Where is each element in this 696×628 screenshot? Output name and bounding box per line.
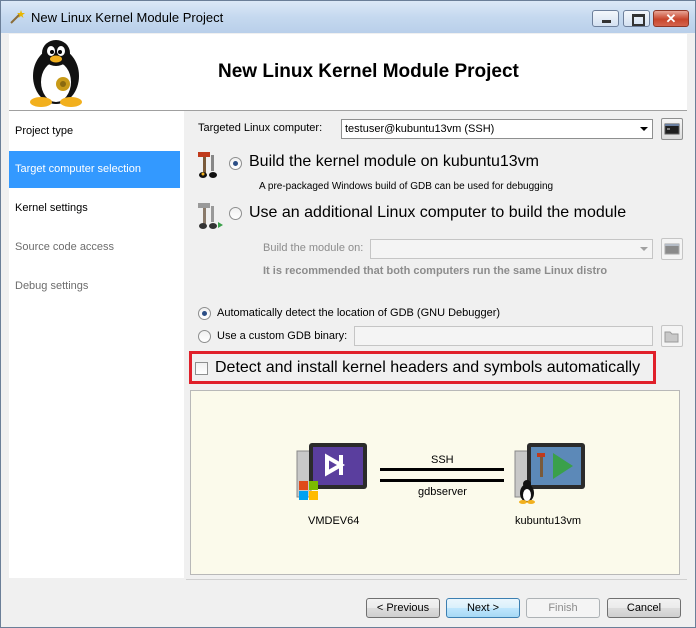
browse-gdb-button — [661, 325, 683, 347]
build-on-target-radio[interactable] — [229, 157, 242, 170]
build-tools-icon — [198, 152, 217, 178]
next-button[interactable]: Next > — [446, 598, 520, 618]
target-selection-panel: Targeted Linux computer: testuser@kubunt… — [186, 111, 687, 578]
close-button[interactable]: ✕ — [653, 10, 689, 27]
gdb-custom-binary-radio[interactable] — [198, 330, 211, 343]
gdbserver-link-line — [380, 479, 504, 482]
ssh-link-label: SSH — [431, 454, 454, 466]
wizard-window: New Linux Kernel Module Project ✕ New Li… — [0, 0, 696, 628]
sidebar-item-kernel-settings[interactable]: Kernel settings — [9, 190, 180, 227]
header-banner: New Linux Kernel Module Project — [9, 34, 687, 111]
targeted-computer-dropdown[interactable]: testuser@kubuntu13vm (SSH) — [341, 119, 653, 139]
visual-studio-computer-icon — [296, 443, 367, 500]
sidebar-item-project-type[interactable]: Project type — [9, 113, 180, 150]
gdb-auto-detect-label[interactable]: Automatically detect the location of GDB… — [217, 307, 500, 319]
folder-open-icon — [664, 331, 679, 343]
ssh-link-line — [380, 468, 504, 471]
close-icon: ✕ — [665, 11, 677, 26]
open-terminal-disabled-button — [661, 238, 683, 260]
build-module-on-dropdown — [370, 239, 653, 259]
gdb-auto-detect-radio[interactable] — [198, 307, 211, 320]
sidebar-item-source-code-access: Source code access — [15, 241, 115, 253]
gdb-custom-binary-label[interactable]: Use a custom GDB binary: — [217, 330, 347, 342]
wizard-steps-sidebar: Project type Target computer selection K… — [9, 111, 184, 578]
terminal-icon — [664, 123, 680, 135]
gdbserver-link-label: gdbserver — [418, 486, 467, 498]
same-distro-note: It is recommended that both computers ru… — [263, 265, 608, 277]
minimize-button[interactable] — [592, 10, 619, 27]
targeted-computer-value: testuser@kubuntu13vm (SSH) — [345, 123, 495, 135]
linux-computer-icon — [514, 443, 585, 504]
maximize-button[interactable] — [623, 10, 650, 27]
left-host-label: VMDEV64 — [308, 515, 360, 527]
minimize-icon — [602, 20, 611, 23]
tux-penguin-icon — [30, 40, 82, 107]
build-on-target-label[interactable]: Build the kernel module on kubuntu13vm — [249, 153, 539, 171]
kernel-headers-checkbox[interactable] — [195, 362, 208, 375]
gdb-prepackaged-hint: A pre-packaged Windows build of GDB can … — [259, 181, 554, 192]
open-terminal-button[interactable] — [661, 118, 683, 140]
build-on-additional-label[interactable]: Use an additional Linux computer to buil… — [249, 204, 626, 222]
previous-button[interactable]: < Previous — [366, 598, 440, 618]
footer-divider — [186, 579, 687, 580]
kernel-headers-label[interactable]: Detect and install kernel headers and sy… — [215, 359, 640, 377]
finish-button: Finish — [526, 598, 600, 618]
window-title: New Linux Kernel Module Project — [31, 10, 224, 25]
chevron-down-icon — [640, 247, 648, 251]
page-title: New Linux Kernel Module Project — [218, 61, 519, 82]
sidebar-item-debug-settings: Debug settings — [15, 280, 89, 292]
title-bar[interactable]: New Linux Kernel Module Project ✕ — [1, 1, 695, 33]
cancel-button[interactable]: Cancel — [607, 598, 681, 618]
build-tools-additional-icon — [198, 203, 223, 229]
build-on-additional-radio[interactable] — [229, 207, 242, 220]
gdb-custom-binary-input — [354, 326, 653, 346]
connection-diagram: VMDEV64 SSH gdbserver kubuntu13vm — [190, 390, 680, 575]
sidebar-item-target-computer-selection[interactable]: Target computer selection — [9, 151, 180, 188]
wizard-wand-icon — [10, 10, 25, 24]
terminal-icon — [664, 243, 680, 255]
build-module-on-label: Build the module on: — [263, 242, 364, 254]
right-host-label: kubuntu13vm — [515, 515, 582, 527]
targeted-computer-label: Targeted Linux computer: — [198, 122, 323, 134]
maximize-icon — [632, 14, 645, 26]
chevron-down-icon — [640, 127, 648, 131]
